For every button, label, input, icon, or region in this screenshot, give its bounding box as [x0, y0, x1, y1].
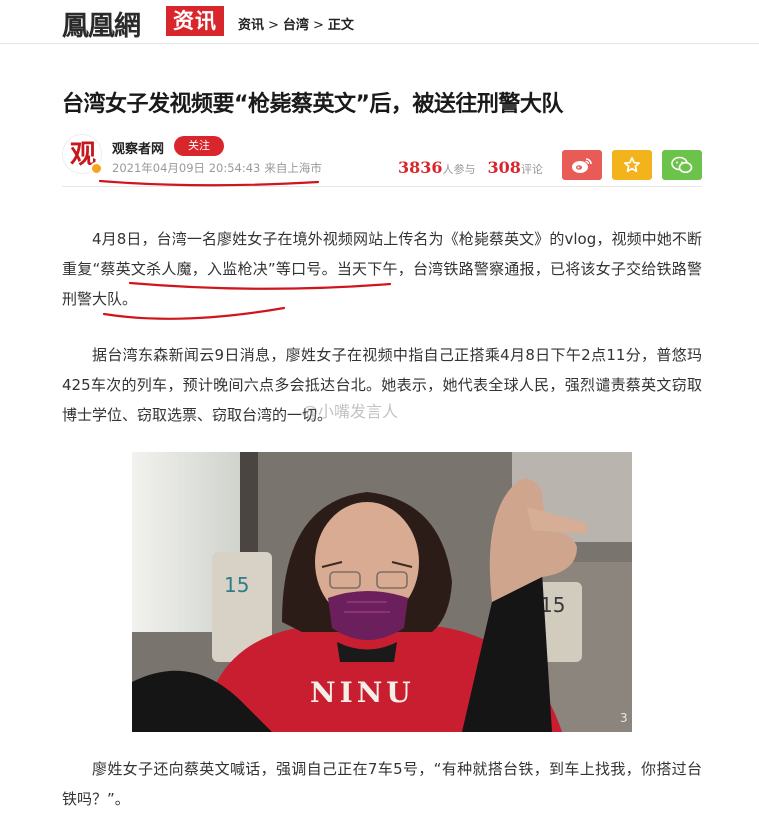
shirt-print: NINU — [310, 676, 415, 709]
meta-divider — [62, 186, 702, 187]
article-title: 台湾女子发视频要“枪毙蔡英文”后，被送往刑警大队 — [62, 92, 563, 117]
weibo-watermark: @小嘴发言人 — [302, 402, 399, 421]
breadcrumb-separator: > — [312, 18, 324, 33]
publish-date: 2021年04月09日 20:54:43 — [112, 161, 261, 175]
seat-number-left: 15 — [224, 573, 249, 597]
participant-label: 人参与 — [442, 163, 476, 176]
article-paragraph: 廖姓女子还向蔡英文喊话，强调自己正在7车5号，“有种就搭台铁，到车上找我，你搭过… — [62, 760, 702, 808]
breadcrumb: 资讯 > 台湾 > 正文 — [238, 14, 354, 33]
wechat-icon — [671, 156, 693, 174]
breadcrumb-item-news[interactable]: 资讯 — [238, 18, 264, 33]
favorite-button[interactable] — [612, 150, 652, 180]
site-logo[interactable]: 鳳凰網 — [62, 4, 141, 43]
publish-origin: 来自上海市 — [264, 161, 322, 175]
weibo-share-button[interactable] — [562, 150, 602, 180]
photo-scene: 15 15 NINU 3 — [132, 452, 632, 732]
site-header: 鳳凰網 资讯 资讯 > 台湾 > 正文 — [0, 0, 759, 44]
comment-count[interactable]: 308 — [488, 158, 521, 177]
verified-badge-icon — [90, 162, 103, 175]
participant-count[interactable]: 3836 — [398, 158, 443, 177]
article-stats: 3836人参与 308评论 — [398, 158, 543, 177]
article-meta: 观 观察者网 关注 2021年04月09日 20:54:43 来自上海市 3836… — [62, 132, 702, 188]
star-icon — [623, 156, 641, 173]
wechat-share-button[interactable] — [662, 150, 702, 180]
channel-logo[interactable]: 资讯 — [166, 6, 224, 36]
comment-label: 评论 — [520, 163, 543, 176]
breadcrumb-separator: > — [268, 18, 279, 33]
breadcrumb-item-article: 正文 — [327, 18, 354, 33]
weibo-icon — [572, 158, 592, 173]
source-name[interactable]: 观察者网 — [112, 138, 164, 157]
article-paragraph: 4月8日，台湾一名廖姓女子在境外视频网站上传名为《枪毙蔡英文》的vlog，视频中… — [62, 230, 702, 308]
publish-info: 2021年04月09日 20:54:43 来自上海市 — [112, 160, 322, 176]
article-photo[interactable]: 15 15 NINU 3 — [132, 452, 632, 732]
breadcrumb-item-taiwan[interactable]: 台湾 — [283, 18, 309, 33]
follow-button[interactable]: 关注 — [174, 136, 224, 156]
photo-corner-text: 3 — [620, 711, 628, 725]
